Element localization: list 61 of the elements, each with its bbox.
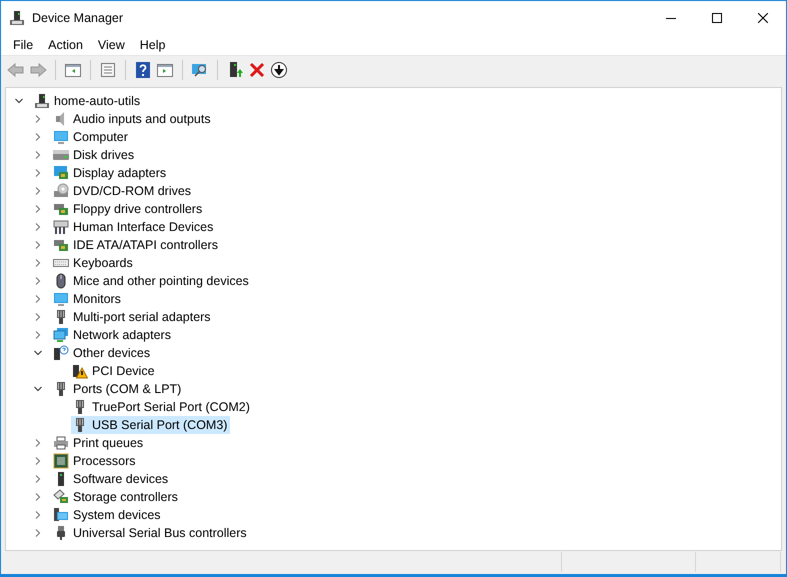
tree-item[interactable]: home-auto-utils	[33, 92, 144, 110]
tree-item[interactable]: Storage controllers	[52, 488, 181, 506]
chip-icon	[53, 453, 69, 469]
tree-item[interactable]: Floppy drive controllers	[52, 200, 206, 218]
help-icon[interactable]	[134, 61, 152, 79]
maximize-icon[interactable]	[712, 13, 722, 23]
tree-item[interactable]: Network adapters	[52, 326, 174, 344]
printer-icon	[53, 435, 69, 451]
drive-icon	[53, 147, 69, 163]
warning-icon	[72, 363, 88, 379]
display-card-icon	[53, 165, 69, 181]
expander-icon[interactable]	[33, 348, 43, 358]
tree-item[interactable]: Disk drives	[52, 146, 138, 164]
uninstall-icon[interactable]	[248, 61, 266, 79]
back-icon[interactable]	[7, 61, 25, 79]
tree-item[interactable]: Multi-port serial adapters	[52, 308, 214, 326]
tree-item[interactable]: IDE ATA/ATAPI controllers	[52, 236, 221, 254]
tree-item[interactable]: PCI Device	[71, 362, 158, 380]
tree-item[interactable]: Software devices	[52, 470, 172, 488]
tree-item[interactable]: USB Serial Port (COM3)	[71, 416, 230, 434]
tree-item[interactable]: DVD/CD-ROM drives	[52, 182, 194, 200]
disc-drive-icon	[53, 183, 69, 199]
monitor-icon	[53, 129, 69, 145]
tree-item[interactable]: TruePort Serial Port (COM2)	[71, 398, 253, 416]
console-tree-icon[interactable]	[64, 61, 82, 79]
storage-controller-icon	[53, 489, 69, 505]
menu-item[interactable]: Action	[41, 35, 91, 55]
properties-icon[interactable]	[99, 61, 117, 79]
computer-icon	[34, 93, 50, 109]
tree-item[interactable]: Ports (COM & LPT)	[52, 380, 184, 398]
drive-controller-icon	[53, 237, 69, 253]
menu-item[interactable]: View	[90, 35, 133, 55]
tree-item[interactable]: Computer	[52, 128, 131, 146]
expander-icon[interactable]	[14, 96, 24, 106]
question-icon	[53, 345, 69, 361]
menu-item[interactable]: File	[6, 35, 42, 55]
monitor-icon	[53, 291, 69, 307]
network-icon	[53, 327, 69, 343]
expander-icon[interactable]	[33, 384, 43, 394]
window-title: Device Manager	[32, 11, 124, 25]
download-icon[interactable]	[270, 61, 288, 79]
tree-item[interactable]: System devices	[52, 506, 164, 524]
tree-item[interactable]: Keyboards	[52, 254, 136, 272]
tree-item[interactable]: Other devices	[52, 344, 154, 362]
drive-controller-icon	[53, 201, 69, 217]
system-icon	[53, 507, 69, 523]
tree-item[interactable]: Processors	[52, 452, 139, 470]
action-pane-icon[interactable]	[156, 61, 174, 79]
tree-item[interactable]: Audio inputs and outputs	[52, 110, 214, 128]
scan-monitor-icon[interactable]	[191, 61, 209, 79]
tree-item[interactable]: Mice and other pointing devices	[52, 272, 252, 290]
keyboard-device-icon	[53, 219, 69, 235]
tree-item[interactable]: Print queues	[52, 434, 146, 452]
computer-icon	[9, 10, 25, 26]
forward-icon[interactable]	[29, 61, 47, 79]
close-icon[interactable]	[758, 13, 768, 23]
menu-item[interactable]: Help	[132, 35, 174, 55]
tree-item[interactable]: Display adapters	[52, 164, 170, 182]
tree-item[interactable]: Monitors	[52, 290, 124, 308]
tree-item[interactable]: Human Interface Devices	[52, 218, 216, 236]
tree-item[interactable]: Universal Serial Bus controllers	[52, 524, 250, 542]
